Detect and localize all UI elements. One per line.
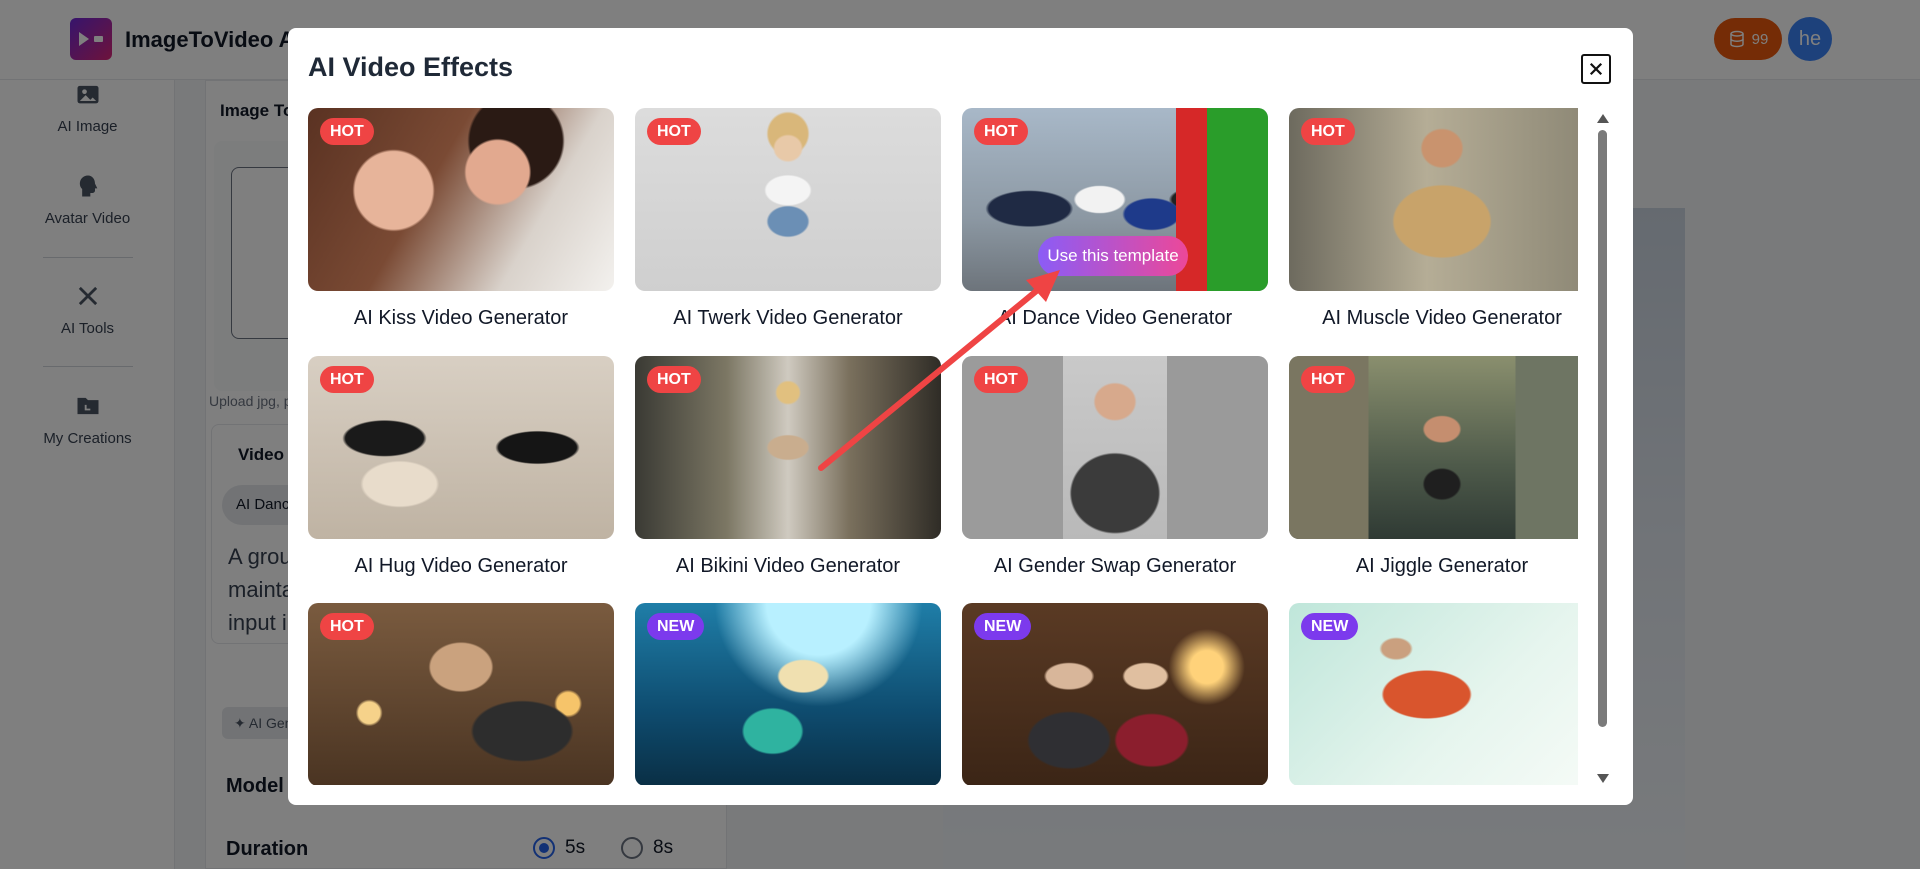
effect-card-gender-swap[interactable]: HOT AI Gender Swap Generator xyxy=(962,356,1268,578)
effect-card-flying[interactable]: NEW xyxy=(1289,603,1578,785)
hot-badge: HOT xyxy=(974,118,1028,145)
modal-title: AI Video Effects xyxy=(308,52,514,82)
hot-badge: HOT xyxy=(1301,366,1355,393)
effect-thumbnail: HOT xyxy=(962,356,1268,539)
modal-scrollbar[interactable] xyxy=(1595,114,1609,784)
hot-badge: HOT xyxy=(974,366,1028,393)
effect-thumbnail: NEW xyxy=(1289,603,1578,785)
scrollbar-thumb[interactable] xyxy=(1598,130,1607,727)
effect-card-label: AI Dance Video Generator xyxy=(997,307,1233,329)
hot-badge: HOT xyxy=(1301,118,1355,145)
effect-card-label: AI Gender Swap Generator xyxy=(993,555,1237,577)
new-badge: NEW xyxy=(1301,613,1359,640)
effect-thumbnail: HOT xyxy=(1289,108,1578,291)
effect-card-label: AI Bikini Video Generator xyxy=(675,555,901,577)
effect-card-romantic[interactable]: HOT xyxy=(308,603,614,785)
effect-thumbnail: HOT xyxy=(308,356,614,539)
effect-card-mermaid[interactable]: NEW xyxy=(635,603,941,785)
effect-thumbnail: HOT Use this template xyxy=(962,108,1268,291)
effect-card-label: AI Muscle Video Generator xyxy=(1322,307,1562,329)
effect-card-label: AI Hug Video Generator xyxy=(354,555,568,577)
hot-badge: HOT xyxy=(320,118,374,145)
effect-card-label: AI Kiss Video Generator xyxy=(353,307,569,329)
effect-thumbnail: HOT xyxy=(308,603,614,785)
effect-thumbnail: HOT xyxy=(635,356,941,539)
hot-badge: HOT xyxy=(647,366,701,393)
effect-card-label: AI Jiggle Generator xyxy=(1355,555,1529,577)
use-template-button[interactable]: Use this template xyxy=(1038,236,1188,276)
scroll-down-arrow-icon[interactable] xyxy=(1597,774,1609,783)
effect-card-kiss[interactable]: HOT AI Kiss Video Generator xyxy=(308,108,614,330)
effect-thumbnail: NEW xyxy=(962,603,1268,785)
effect-thumbnail: NEW xyxy=(635,603,941,785)
hot-badge: HOT xyxy=(320,366,374,393)
effect-thumbnail: HOT xyxy=(635,108,941,291)
hot-badge: HOT xyxy=(647,118,701,145)
new-badge: NEW xyxy=(974,613,1032,640)
new-badge: NEW xyxy=(647,613,705,640)
ai-video-effects-modal: AI Video Effects HOT AI Kiss Video Gener… xyxy=(288,28,1633,805)
effects-grid: HOT AI Kiss Video Generator HOT AI Twerk… xyxy=(308,108,1578,785)
scroll-up-arrow-icon[interactable] xyxy=(1597,114,1609,123)
effect-card-label: AI Twerk Video Generator xyxy=(673,307,903,329)
effect-thumbnail: HOT xyxy=(1289,356,1578,539)
effect-card-library[interactable]: NEW xyxy=(962,603,1268,785)
close-button[interactable] xyxy=(1581,54,1611,84)
hot-badge: HOT xyxy=(320,613,374,640)
close-icon xyxy=(1589,62,1603,76)
effect-card-muscle[interactable]: HOT AI Muscle Video Generator xyxy=(1289,108,1578,330)
effect-card-jiggle[interactable]: HOT AI Jiggle Generator xyxy=(1289,356,1578,578)
effect-thumbnail: HOT xyxy=(308,108,614,291)
effect-card-dance[interactable]: HOT Use this template AI Dance Video Gen… xyxy=(962,108,1268,330)
effect-card-hug[interactable]: HOT AI Hug Video Generator xyxy=(308,356,614,578)
effect-card-twerk[interactable]: HOT AI Twerk Video Generator xyxy=(635,108,941,330)
effect-card-bikini[interactable]: HOT AI Bikini Video Generator xyxy=(635,356,941,578)
